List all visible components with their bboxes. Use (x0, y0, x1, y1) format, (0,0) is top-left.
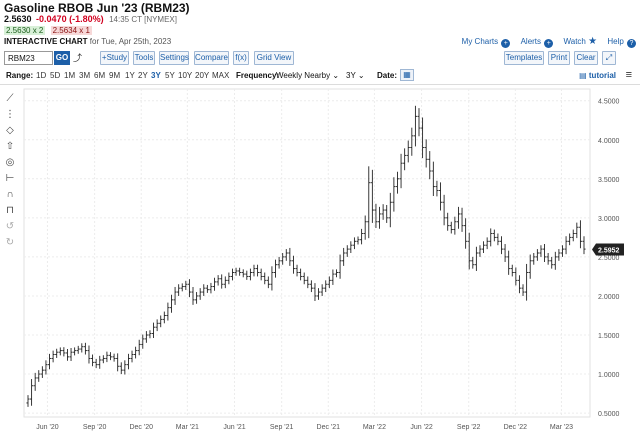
grid-view-button[interactable]: Grid View (254, 51, 294, 65)
x-tick-label: Mar '23 (550, 424, 573, 431)
tutorial-icon: ▤ (579, 71, 587, 80)
range-button-6m[interactable]: 6M (94, 71, 105, 80)
print-button[interactable]: Print (548, 51, 570, 65)
top-links: My Charts + Alerts + Watch ★ Help ? (454, 36, 636, 48)
last-price-label: 2.5952 (598, 247, 620, 254)
my-charts-label: My Charts (461, 37, 499, 46)
menu-icon[interactable]: ≡ (626, 69, 632, 81)
help-link[interactable]: Help ? (607, 37, 636, 48)
x-tick-label: Dec '20 (129, 424, 153, 431)
expand-button[interactable]: ⤢ (602, 51, 616, 65)
chevron-down-icon: ⌄ (357, 71, 365, 80)
period-select[interactable]: 3Y ⌄ (346, 71, 365, 80)
x-tick-label: Sep '20 (83, 424, 107, 431)
x-tick-label: Dec '21 (317, 424, 341, 431)
compare-icon[interactable]: ⤴︎ (73, 51, 82, 64)
date-label: Date: (377, 71, 398, 80)
y-axis: 4.5000 4.0000 3.5000 3.0000 2.5000 2.0000 1.50… (598, 99, 620, 418)
last-price-marker: 2.5952 (592, 243, 624, 256)
y-tick-label: 1.5000 (598, 333, 620, 340)
bid-badge: 2.5630 x 2 (4, 26, 46, 35)
range-button-max[interactable]: MAX (212, 71, 229, 80)
chart-caption: INTERACTIVE CHART for Tue, Apr 25th, 202… (4, 37, 171, 46)
range-button-10y[interactable]: 10Y (178, 71, 192, 80)
range-button-5y[interactable]: 5Y (165, 71, 175, 80)
range-button-1d[interactable]: 1D (36, 71, 46, 80)
range-bar: Range: 1D 5D 1M 3M 6M 9M 1Y 2Y 3Y 5Y 10Y 20Y MAX Fre… (0, 68, 640, 83)
watch-label: Watch (563, 37, 586, 46)
page-title: Gasoline RBOB Jun '23 (RBM23) (4, 1, 190, 15)
question-icon: ? (627, 39, 636, 48)
plus-icon: + (501, 39, 511, 48)
y-tick-label: 0.5000 (598, 411, 620, 418)
go-button[interactable]: GO (54, 51, 70, 65)
calendar-icon[interactable]: ▦ (400, 69, 414, 81)
price-change: -0.0470 (-1.80%) (36, 14, 104, 24)
add-study-button[interactable]: +Study (100, 51, 129, 65)
settings-button[interactable]: Settings (159, 51, 189, 65)
range-button-1y[interactable]: 1Y (125, 71, 135, 80)
chart-caption-date: for Tue, Apr 25th, 2023 (89, 37, 172, 46)
range-button-9m[interactable]: 9M (109, 71, 120, 80)
compare-button[interactable]: Compare (194, 51, 229, 65)
clear-button[interactable]: Clear (574, 51, 598, 65)
y-tick-label: 2.5000 (598, 255, 620, 262)
function-button[interactable]: f(x) (233, 51, 249, 65)
range-button-3m[interactable]: 3M (79, 71, 90, 80)
frequency-select[interactable]: Weekly Nearby ⌄ (276, 71, 339, 80)
x-tick-label: Jun '20 (36, 424, 58, 431)
x-tick-label: Dec '22 (504, 424, 528, 431)
y-tick-label: 4.0000 (598, 138, 620, 145)
quote-row: 2.5630 -0.0470 (-1.80%) 14:35 CT [NYMEX] (4, 14, 177, 26)
price-chart: 4.5000 4.0000 3.5000 3.0000 2.5000 2.0000 1.50… (23, 88, 624, 431)
period-value: 3Y (346, 71, 356, 80)
help-label: Help (607, 37, 624, 46)
x-tick-label: Mar '21 (176, 424, 199, 431)
tutorial-label: tutorial (588, 71, 616, 80)
x-tick-label: Sep '21 (270, 424, 294, 431)
chart-toolbar: GO ⤴︎ +Study Tools Settings Compare f(x)… (0, 50, 640, 67)
tutorial-link[interactable]: ▤ tutorial (579, 71, 616, 80)
y-tick-label: 4.5000 (598, 99, 620, 106)
alerts-link[interactable]: Alerts + (520, 37, 554, 48)
range-button-5d[interactable]: 5D (50, 71, 60, 80)
bid-ask-row: 2.5630 x 2 2.5634 x 1 (4, 26, 92, 36)
star-icon: ★ (588, 36, 598, 47)
watch-link[interactable]: Watch ★ (563, 36, 598, 47)
range-label: Range: (6, 71, 34, 80)
frequency-label: Frequency: (236, 71, 280, 80)
x-tick-label: Sep '22 (457, 424, 481, 431)
templates-button[interactable]: Templates (504, 51, 544, 65)
x-tick-label: Jun '22 (410, 424, 432, 431)
y-tick-label: 1.0000 (598, 372, 620, 379)
chevron-down-icon: ⌄ (332, 71, 340, 80)
last-price: 2.5630 (4, 14, 32, 24)
ask-badge: 2.5634 x 1 (50, 26, 92, 35)
range-button-1m[interactable]: 1M (64, 71, 75, 80)
y-tick-label: 2.0000 (598, 294, 620, 301)
symbol-input[interactable] (4, 51, 53, 65)
range-button-2y[interactable]: 2Y (138, 71, 148, 80)
frequency-value: Weekly Nearby (276, 71, 331, 80)
quote-time: 14:35 CT [NYMEX] (109, 15, 177, 24)
tools-button[interactable]: Tools (133, 51, 155, 65)
my-charts-link[interactable]: My Charts + (461, 37, 511, 48)
y-tick-label: 3.0000 (598, 216, 620, 223)
alerts-label: Alerts (520, 37, 542, 46)
range-button-20y[interactable]: 20Y (195, 71, 209, 80)
chart-caption-label: INTERACTIVE CHART (4, 37, 88, 46)
title-row: Gasoline RBOB Jun '23 (RBM23) (4, 1, 636, 15)
range-button-3y[interactable]: 3Y (151, 71, 161, 80)
plus-icon: + (544, 39, 554, 48)
x-tick-label: Jun '21 (223, 424, 245, 431)
y-tick-label: 3.5000 (598, 177, 620, 184)
x-tick-label: Mar '22 (363, 424, 386, 431)
x-axis: Jun '20 Sep '20 Dec '20 Mar '21 Jun '21 Sep '… (36, 424, 573, 431)
